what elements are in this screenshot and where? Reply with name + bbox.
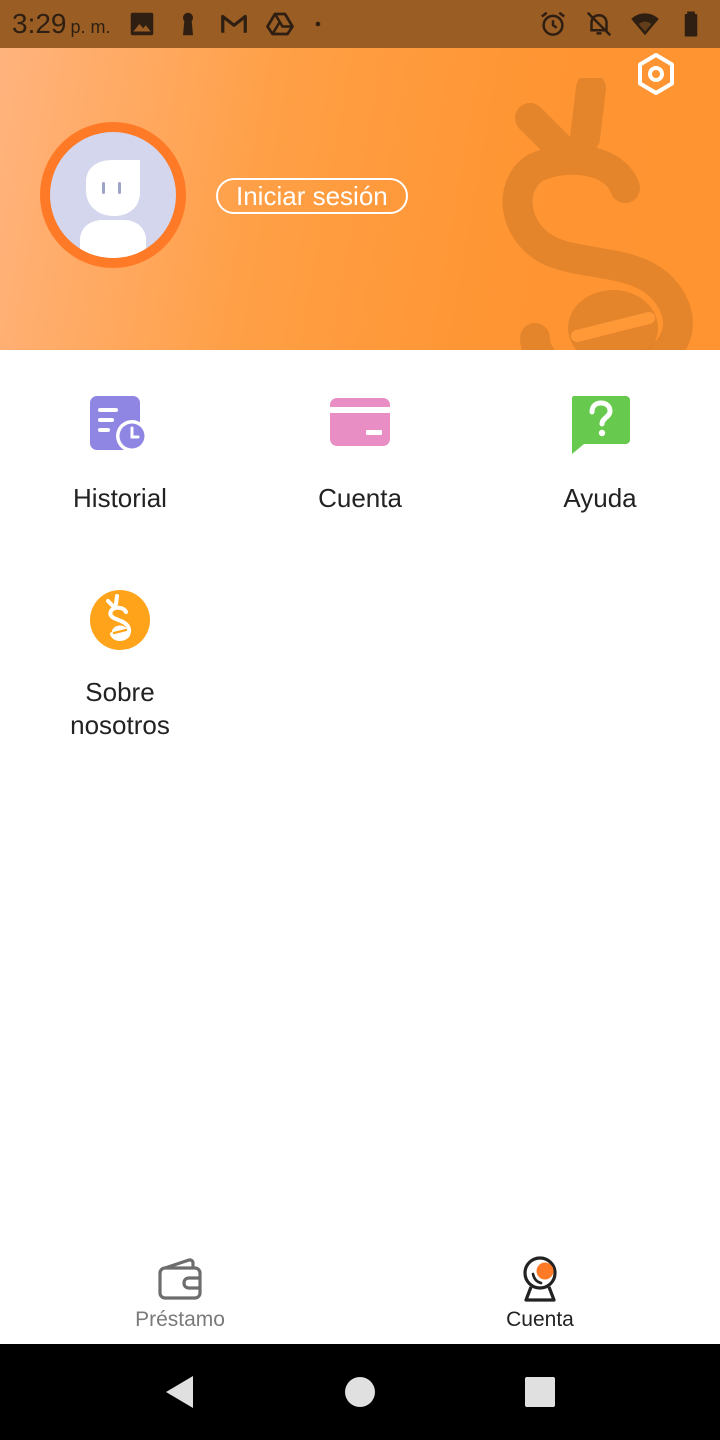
account-icon bbox=[523, 1256, 557, 1302]
dollar-watermark-icon bbox=[502, 78, 693, 350]
status-time-ampm: p. m. bbox=[70, 17, 111, 37]
card-icon bbox=[330, 398, 390, 446]
wifi-icon bbox=[631, 13, 659, 36]
settings-button[interactable] bbox=[632, 50, 680, 98]
login-button[interactable]: Iniciar sesión bbox=[216, 178, 408, 214]
drive-icon bbox=[265, 12, 294, 36]
menu-item-sobre-nosotros[interactable]: Sobre nosotros bbox=[0, 588, 240, 742]
profile-header: Iniciar sesión bbox=[0, 48, 720, 350]
nav-label-prestamo: Préstamo bbox=[135, 1308, 225, 1331]
status-bar: 3:29 p. m. bbox=[0, 0, 720, 48]
recents-button[interactable] bbox=[450, 1344, 630, 1440]
avatar[interactable] bbox=[40, 122, 186, 268]
menu-item-label: Historial bbox=[73, 483, 167, 513]
menu-item-label: Ayuda bbox=[563, 483, 637, 513]
status-time: 3:29 p. m. bbox=[12, 8, 111, 40]
wallet-icon bbox=[158, 1258, 202, 1300]
keyhole-icon bbox=[182, 12, 193, 36]
menu-item-cuenta[interactable]: Cuenta bbox=[240, 394, 480, 515]
battery-icon bbox=[684, 11, 698, 37]
history-icon bbox=[90, 396, 148, 452]
status-left: 3:29 p. m. bbox=[12, 8, 325, 40]
gmail-icon bbox=[220, 14, 247, 33]
image-icon bbox=[130, 12, 153, 36]
recents-icon bbox=[525, 1377, 555, 1407]
notifications-off-icon bbox=[586, 11, 612, 37]
status-time-value: 3:29 bbox=[12, 8, 67, 39]
alarm-icon bbox=[541, 11, 565, 36]
menu-item-label: Cuenta bbox=[318, 483, 402, 513]
status-right bbox=[538, 9, 706, 39]
menu-item-ayuda[interactable]: Ayuda bbox=[480, 394, 720, 515]
menu-item-historial[interactable]: Historial bbox=[0, 394, 240, 515]
about-coin-icon bbox=[90, 590, 150, 650]
menu-item-label: Sobre nosotros bbox=[70, 677, 170, 740]
settings-hex-icon bbox=[638, 53, 674, 95]
home-icon bbox=[345, 1377, 375, 1407]
default-avatar-icon bbox=[80, 160, 146, 258]
system-nav-bar bbox=[0, 1344, 720, 1440]
nav-item-cuenta[interactable]: Cuenta bbox=[360, 1240, 720, 1344]
bottom-nav: Préstamo Cuenta bbox=[0, 1240, 720, 1344]
avatar-inner bbox=[50, 132, 176, 258]
screen: 3:29 p. m. Iniciar sesión Historial Cuen… bbox=[0, 0, 720, 1440]
home-button[interactable] bbox=[270, 1344, 450, 1440]
dot-icon bbox=[315, 21, 320, 27]
back-icon bbox=[166, 1376, 193, 1408]
help-icon bbox=[572, 396, 630, 454]
nav-label-cuenta: Cuenta bbox=[506, 1308, 574, 1331]
back-button[interactable] bbox=[90, 1344, 270, 1440]
nav-item-prestamo[interactable]: Préstamo bbox=[0, 1240, 360, 1344]
